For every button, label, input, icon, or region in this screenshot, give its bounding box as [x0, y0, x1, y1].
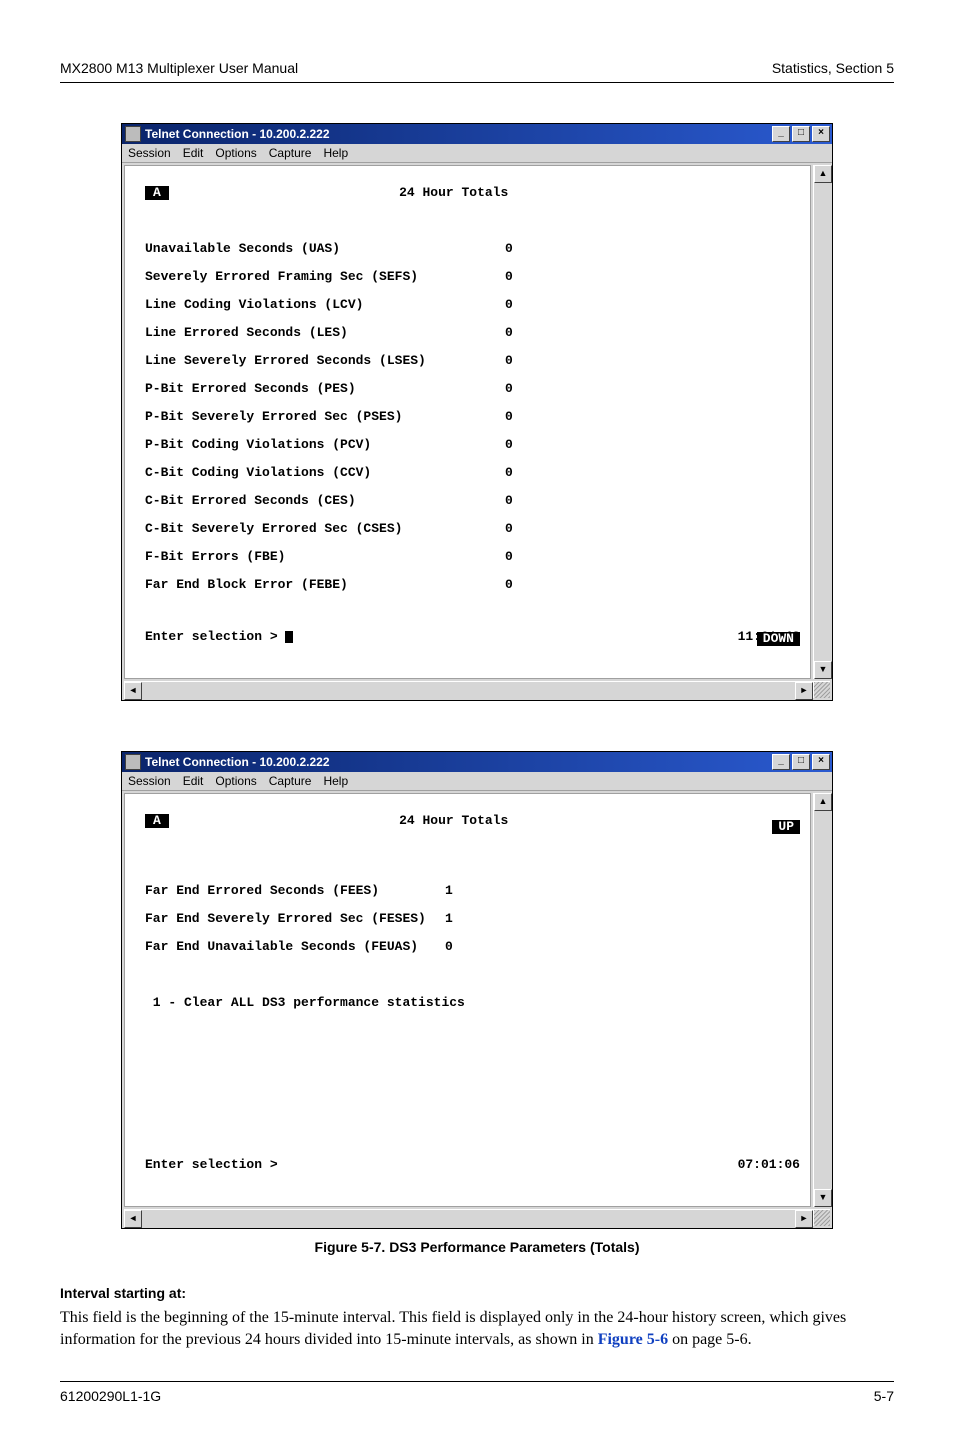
menubar: Session Edit Options Capture Help: [122, 144, 832, 163]
minimize-button[interactable]: _: [772, 126, 790, 142]
footer-rule: [60, 1381, 894, 1382]
stat-row: P-Bit Coding Violations (PCV)0: [145, 438, 800, 452]
footer-right: 5-7: [874, 1388, 894, 1404]
titlebar[interactable]: Telnet Connection - 10.200.2.222 _ □ ×: [122, 124, 832, 144]
stat-row: Far End Block Error (FEBE)0: [145, 578, 800, 592]
stat-row: P-Bit Severely Errored Sec (PSES)0: [145, 410, 800, 424]
telnet-window-2: Telnet Connection - 10.200.2.222 _ □ × S…: [121, 751, 833, 1229]
clock: 07:01:06: [738, 1158, 800, 1172]
header-right: Statistics, Section 5: [772, 60, 894, 76]
input-cursor[interactable]: [285, 631, 293, 643]
input-prompt: Enter selection >: [145, 629, 278, 644]
figure-link[interactable]: Figure 5-6: [598, 1331, 668, 1348]
header-rule: [60, 82, 894, 83]
stat-row: Severely Errored Framing Sec (SEFS)0: [145, 270, 800, 284]
stat-row: Far End Severely Errored Sec (FESES)1: [145, 912, 800, 926]
scroll-right-button[interactable]: ►: [795, 682, 813, 700]
scroll-up-button[interactable]: ▲: [814, 165, 832, 183]
window-title: Telnet Connection - 10.200.2.222: [145, 755, 772, 769]
stat-row: Far End Unavailable Seconds (FEUAS)0: [145, 940, 800, 954]
stat-row: Unavailable Seconds (UAS)0: [145, 242, 800, 256]
resize-grip-icon[interactable]: [813, 1210, 830, 1226]
menu-option[interactable]: 1 - Clear ALL DS3 performance statistics: [145, 996, 800, 1010]
menu-options[interactable]: Options: [215, 774, 256, 788]
menubar: Session Edit Options Capture Help: [122, 772, 832, 791]
window-title: Telnet Connection - 10.200.2.222: [145, 127, 772, 141]
page-up-badge[interactable]: UP: [772, 820, 800, 834]
vertical-scrollbar[interactable]: ▲ ▼: [813, 793, 830, 1207]
titlebar[interactable]: Telnet Connection - 10.200.2.222 _ □ ×: [122, 752, 832, 772]
scroll-down-button[interactable]: ▼: [814, 1189, 832, 1207]
scroll-left-button[interactable]: ◄: [124, 1210, 142, 1228]
terminal-area[interactable]: A 24 Hour Totals UP Far End Errored Seco…: [124, 793, 811, 1207]
card-chip: A: [145, 186, 169, 200]
section-heading: Interval starting at:: [60, 1285, 894, 1301]
close-button[interactable]: ×: [812, 754, 830, 770]
menu-session[interactable]: Session: [128, 146, 171, 160]
stat-row: C-Bit Severely Errored Sec (CSES)0: [145, 522, 800, 536]
stat-row: Line Severely Errored Seconds (LSES)0: [145, 354, 800, 368]
page-down-badge[interactable]: DOWN: [757, 632, 800, 646]
screen-title: 24 Hour Totals: [399, 185, 508, 200]
vertical-scrollbar[interactable]: ▲ ▼: [813, 165, 830, 679]
page-header: MX2800 M13 Multiplexer User Manual Stati…: [60, 60, 894, 76]
app-icon: [126, 755, 140, 769]
card-chip: A: [145, 814, 169, 828]
close-button[interactable]: ×: [812, 126, 830, 142]
scroll-right-button[interactable]: ►: [795, 1210, 813, 1228]
header-left: MX2800 M13 Multiplexer User Manual: [60, 60, 298, 76]
minimize-button[interactable]: _: [772, 754, 790, 770]
horizontal-scrollbar[interactable]: ◄ ►: [124, 681, 830, 698]
resize-grip-icon[interactable]: [813, 682, 830, 698]
stat-row: P-Bit Errored Seconds (PES)0: [145, 382, 800, 396]
maximize-button[interactable]: □: [792, 754, 810, 770]
app-icon: [126, 127, 140, 141]
horizontal-scrollbar[interactable]: ◄ ►: [124, 1209, 830, 1226]
scroll-up-button[interactable]: ▲: [814, 793, 832, 811]
maximize-button[interactable]: □: [792, 126, 810, 142]
menu-session[interactable]: Session: [128, 774, 171, 788]
footer-left: 61200290L1-1G: [60, 1388, 161, 1404]
menu-help[interactable]: Help: [323, 146, 348, 160]
stat-row: C-Bit Errored Seconds (CES)0: [145, 494, 800, 508]
stat-row: Far End Errored Seconds (FEES)1: [145, 884, 800, 898]
scroll-left-button[interactable]: ◄: [124, 682, 142, 700]
page-footer: 61200290L1-1G 5-7: [60, 1388, 894, 1404]
stat-row: C-Bit Coding Violations (CCV)0: [145, 466, 800, 480]
menu-options[interactable]: Options: [215, 146, 256, 160]
menu-edit[interactable]: Edit: [183, 146, 204, 160]
terminal-area[interactable]: A 24 Hour Totals Unavailable Seconds (UA…: [124, 165, 811, 679]
stat-row: Line Coding Violations (LCV)0: [145, 298, 800, 312]
stat-row: Line Errored Seconds (LES)0: [145, 326, 800, 340]
menu-capture[interactable]: Capture: [269, 774, 312, 788]
input-prompt: Enter selection >: [145, 1157, 278, 1172]
menu-edit[interactable]: Edit: [183, 774, 204, 788]
menu-capture[interactable]: Capture: [269, 146, 312, 160]
screen-title: 24 Hour Totals: [399, 813, 508, 828]
body-text-b: on page 5-6.: [668, 1331, 752, 1348]
stat-row: F-Bit Errors (FBE)0: [145, 550, 800, 564]
figure-caption: Figure 5-7. DS3 Performance Parameters (…: [60, 1239, 894, 1255]
menu-help[interactable]: Help: [323, 774, 348, 788]
telnet-window-1: Telnet Connection - 10.200.2.222 _ □ × S…: [121, 123, 833, 701]
body-paragraph: This field is the beginning of the 15-mi…: [60, 1307, 894, 1351]
scroll-down-button[interactable]: ▼: [814, 661, 832, 679]
